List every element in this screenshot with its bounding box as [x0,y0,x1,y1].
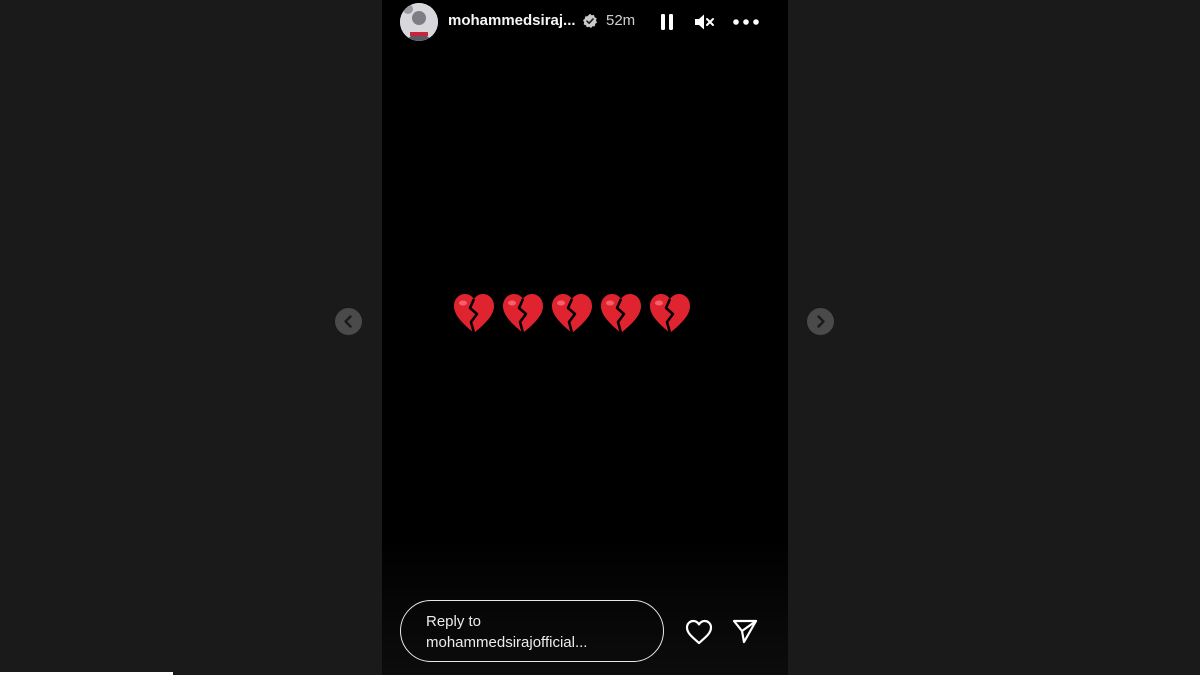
pause-button[interactable] [654,9,680,35]
story-timestamp: 52m [606,12,636,29]
paper-plane-icon [732,619,758,644]
avatar[interactable] [400,3,438,41]
mute-button[interactable] [691,9,717,35]
like-button[interactable] [684,617,714,647]
broken-heart-emoji [454,294,494,334]
pause-icon [661,14,673,30]
reply-placeholder-line-2: mohammedsirajofficial... [426,634,588,651]
share-button[interactable] [731,617,759,645]
muted-speaker-icon [695,14,714,30]
story-viewer: mohammedsiraj... 52m Reply to mohammedsi… [382,0,788,675]
more-options-icon [733,19,759,25]
verified-badge-icon [582,13,598,29]
more-options-button[interactable] [732,9,760,35]
chevron-right-icon [817,315,825,328]
broken-heart-emoji [601,294,641,334]
heart-icon [685,619,713,645]
broken-heart-emoji [552,294,592,334]
story-username[interactable]: mohammedsiraj... [448,12,576,29]
previous-story-button[interactable] [335,308,362,335]
reply-input[interactable]: Reply to mohammedsirajofficial... [400,600,664,662]
next-story-button[interactable] [807,308,834,335]
story-content [452,292,697,336]
reply-placeholder-line-1: Reply to [426,613,482,630]
chevron-left-icon [344,315,352,328]
broken-heart-emoji [503,294,543,334]
story-header: mohammedsiraj... 52m [382,0,788,44]
broken-heart-emoji [650,294,690,334]
